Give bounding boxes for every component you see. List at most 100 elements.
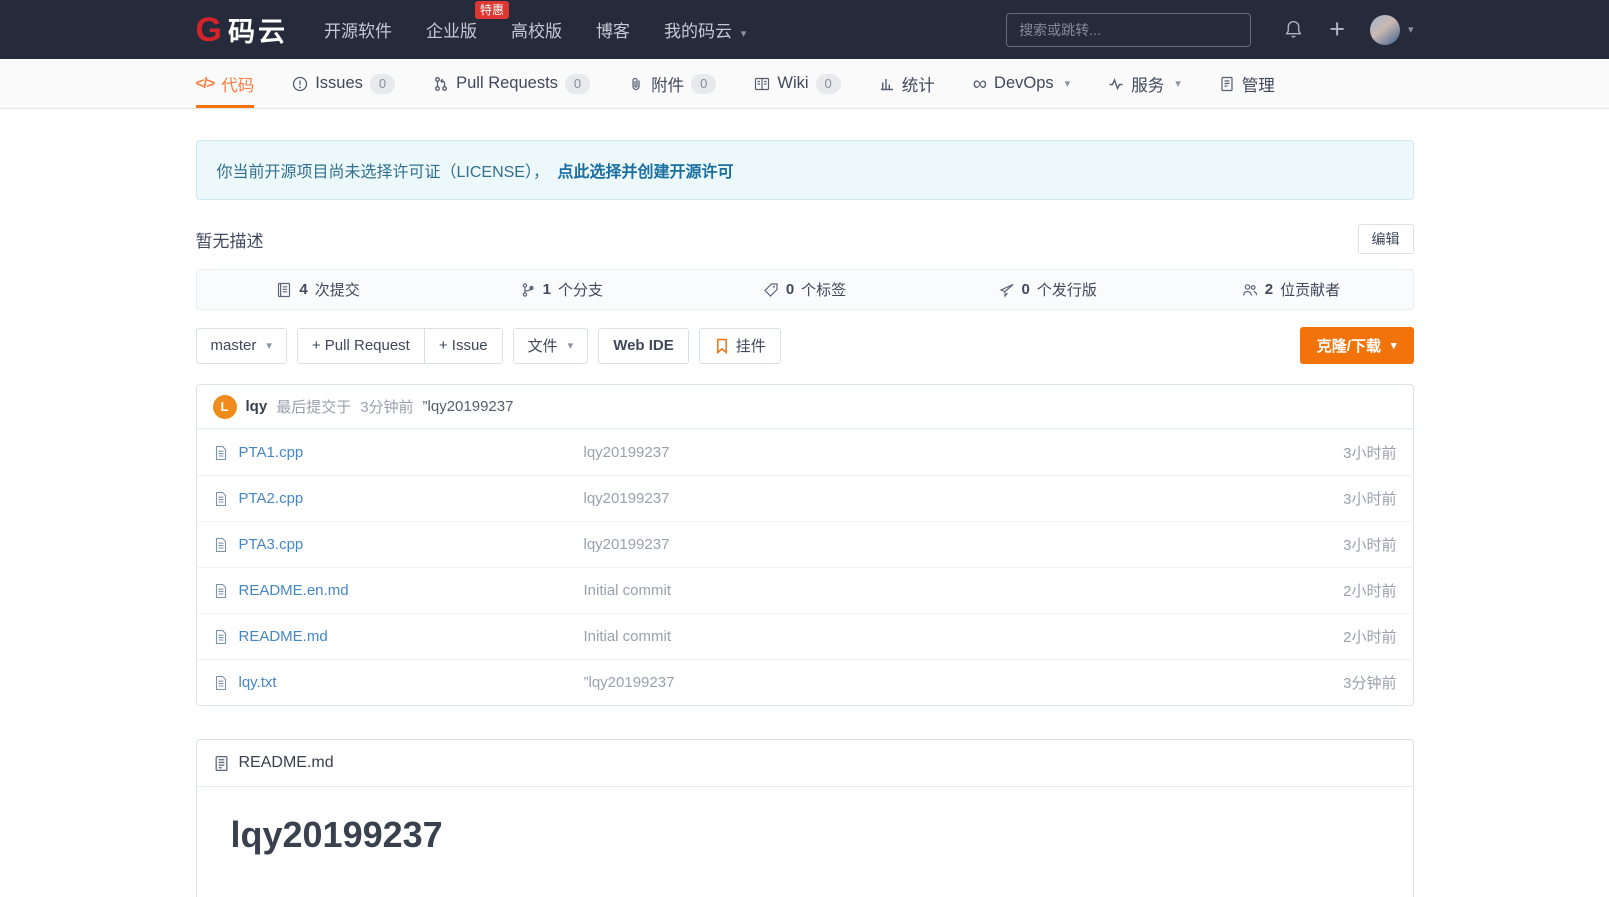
code-icon: </> bbox=[195, 75, 216, 92]
file-row: README.md Initial commit 2小时前 bbox=[196, 613, 1413, 659]
search-input[interactable] bbox=[1006, 12, 1252, 47]
stat-contributors-label: 位贡献者 bbox=[1280, 282, 1341, 299]
stat-contributors-count: 2 bbox=[1264, 281, 1274, 298]
tab-attachments[interactable]: 附件 0 bbox=[628, 59, 717, 108]
tab-statistics-label: 统计 bbox=[901, 76, 935, 95]
new-issue-button[interactable]: + Issue bbox=[424, 327, 503, 364]
file-name-link[interactable]: README.md bbox=[239, 628, 328, 645]
file-name-cell: PTA2.cpp bbox=[213, 490, 584, 507]
new-pull-request-button[interactable]: + Pull Request bbox=[296, 327, 425, 364]
file-icon bbox=[213, 491, 229, 507]
plus-icon[interactable]: + bbox=[1329, 16, 1345, 43]
stat-contributors[interactable]: 2 位贡献者 bbox=[1169, 279, 1412, 300]
file-commit-message-link[interactable]: Initial commit bbox=[584, 628, 672, 645]
file-name-cell: PTA1.cpp bbox=[213, 444, 584, 461]
topnav-links: 开源软件 企业版 特惠 高校版 博客 我的码云 ▾ bbox=[324, 1, 746, 42]
pr-issue-button-group: + Pull Request + Issue bbox=[296, 327, 503, 364]
tab-services[interactable]: 服务 ▾ bbox=[1108, 59, 1181, 108]
file-name-link[interactable]: PTA2.cpp bbox=[239, 490, 304, 507]
nav-item-enterprise-label: 企业版 bbox=[425, 22, 477, 41]
committer-name[interactable]: lqy bbox=[246, 398, 268, 415]
committer-avatar[interactable]: L bbox=[212, 394, 237, 419]
file-message-cell: lqy20199237 bbox=[584, 444, 1344, 462]
stat-tags-label: 个标签 bbox=[801, 282, 847, 299]
file-name-link[interactable]: README.en.md bbox=[239, 582, 349, 599]
pr-count-badge: 0 bbox=[564, 73, 591, 94]
file-name-cell: README.en.md bbox=[213, 582, 584, 599]
clone-download-button[interactable]: 克隆/下载 ▾ bbox=[1299, 327, 1414, 364]
nav-item-education[interactable]: 高校版 bbox=[511, 17, 562, 42]
stat-branches[interactable]: 1 个分支 bbox=[440, 279, 683, 300]
pull-request-icon bbox=[433, 76, 449, 92]
file-row: PTA2.cpp lqy20199237 3小时前 bbox=[196, 475, 1413, 521]
tab-attachments-label: 附件 bbox=[651, 76, 685, 95]
tab-issues-label: Issues bbox=[315, 74, 363, 92]
license-create-link[interactable]: 点此选择并创建开源许可 bbox=[557, 164, 733, 181]
commit-prefix: 最后提交于 bbox=[276, 399, 352, 416]
readme-header: README.md bbox=[196, 740, 1413, 787]
tab-wiki[interactable]: Wiki 0 bbox=[754, 59, 841, 108]
file-name-link[interactable]: PTA1.cpp bbox=[239, 444, 304, 461]
bar-chart-icon bbox=[879, 76, 895, 92]
file-menu-button[interactable]: 文件 ▾ bbox=[512, 327, 589, 364]
file-commit-time: 2小时前 bbox=[1343, 629, 1397, 646]
stat-commits[interactable]: 4 次提交 bbox=[197, 279, 440, 300]
file-commit-time: 2小时前 bbox=[1343, 583, 1397, 600]
file-message-cell: lqy20199237 bbox=[584, 490, 1344, 508]
file-commit-time: 3分钟前 bbox=[1343, 675, 1397, 692]
file-commit-message-link[interactable]: lqy20199237 bbox=[584, 490, 670, 507]
stat-releases-count: 0 bbox=[1021, 281, 1030, 298]
web-ide-button[interactable]: Web IDE bbox=[598, 327, 689, 364]
commit-message[interactable]: ”lqy20199237 bbox=[423, 398, 514, 415]
edit-description-button[interactable]: 编辑 bbox=[1357, 224, 1414, 254]
license-banner: 你当前开源项目尚未选择许可证（LICENSE）， 点此选择并创建开源许可 bbox=[195, 140, 1414, 200]
tab-manage[interactable]: 管理 bbox=[1219, 59, 1275, 108]
paperclip-icon bbox=[628, 76, 644, 92]
file-message-cell: Initial commit bbox=[584, 582, 1344, 600]
readme-filename[interactable]: README.md bbox=[239, 754, 334, 772]
gitee-logo-g: G bbox=[195, 10, 222, 49]
file-name-cell: PTA3.cpp bbox=[213, 536, 584, 553]
user-menu[interactable]: ▾ bbox=[1369, 14, 1414, 45]
tab-pull-requests[interactable]: Pull Requests 0 bbox=[433, 59, 591, 108]
widget-button[interactable]: 挂件 bbox=[698, 327, 781, 364]
tab-issues[interactable]: Issues 0 bbox=[292, 59, 396, 108]
nav-item-opensource[interactable]: 开源软件 bbox=[324, 17, 392, 42]
clone-download-label: 克隆/下载 bbox=[1316, 338, 1381, 355]
tab-devops[interactable]: ∞ DevOps ▾ bbox=[973, 59, 1070, 108]
bell-icon[interactable] bbox=[1283, 19, 1304, 40]
attachments-count-badge: 0 bbox=[691, 73, 717, 94]
nav-item-my-gitee[interactable]: 我的码云 ▾ bbox=[664, 17, 746, 42]
contributors-icon bbox=[1242, 282, 1258, 298]
file-commit-time: 3小时前 bbox=[1343, 445, 1397, 462]
file-commit-message-link[interactable]: ”lqy20199237 bbox=[584, 674, 675, 691]
tab-statistics[interactable]: 统计 bbox=[879, 59, 935, 108]
avatar bbox=[1369, 14, 1400, 45]
file-name-link[interactable]: lqy.txt bbox=[239, 674, 277, 691]
file-panel: L lqy 最后提交于 3分钟前 ”lqy20199237 PTA1.cpp l… bbox=[195, 384, 1414, 706]
file-commit-message-link[interactable]: lqy20199237 bbox=[584, 536, 670, 553]
nav-item-enterprise[interactable]: 企业版 特惠 bbox=[425, 1, 509, 42]
nav-item-blog[interactable]: 博客 bbox=[596, 17, 630, 42]
file-commit-message-link[interactable]: Initial commit bbox=[584, 582, 672, 599]
file-row: README.en.md Initial commit 2小时前 bbox=[196, 567, 1413, 613]
stat-tags[interactable]: 0 个标签 bbox=[683, 279, 926, 300]
file-list: PTA1.cpp lqy20199237 3小时前 PTA2.cpp lqy20… bbox=[196, 429, 1413, 705]
branch-selector[interactable]: master ▾ bbox=[195, 327, 287, 364]
file-message-cell: ”lqy20199237 bbox=[584, 674, 1344, 692]
chevron-down-icon: ▾ bbox=[1407, 24, 1414, 36]
tag-icon bbox=[763, 282, 779, 298]
file-commit-message-link[interactable]: lqy20199237 bbox=[584, 444, 670, 461]
pulse-icon bbox=[1108, 76, 1124, 92]
gitee-logo[interactable]: G 码云 bbox=[196, 10, 288, 50]
file-message-cell: Initial commit bbox=[584, 628, 1344, 646]
repo-description: 暂无描述 bbox=[195, 231, 264, 251]
file-message-cell: lqy20199237 bbox=[584, 536, 1344, 554]
tab-pull-requests-label: Pull Requests bbox=[456, 74, 558, 92]
nav-item-my-gitee-label: 我的码云 bbox=[663, 22, 732, 41]
tab-code[interactable]: </> 代码 bbox=[195, 59, 254, 108]
stat-releases-label: 个发行版 bbox=[1036, 282, 1097, 299]
file-name-link[interactable]: PTA3.cpp bbox=[239, 536, 304, 553]
file-commit-time: 3小时前 bbox=[1343, 537, 1397, 554]
stat-releases[interactable]: 0 个发行版 bbox=[926, 279, 1169, 300]
